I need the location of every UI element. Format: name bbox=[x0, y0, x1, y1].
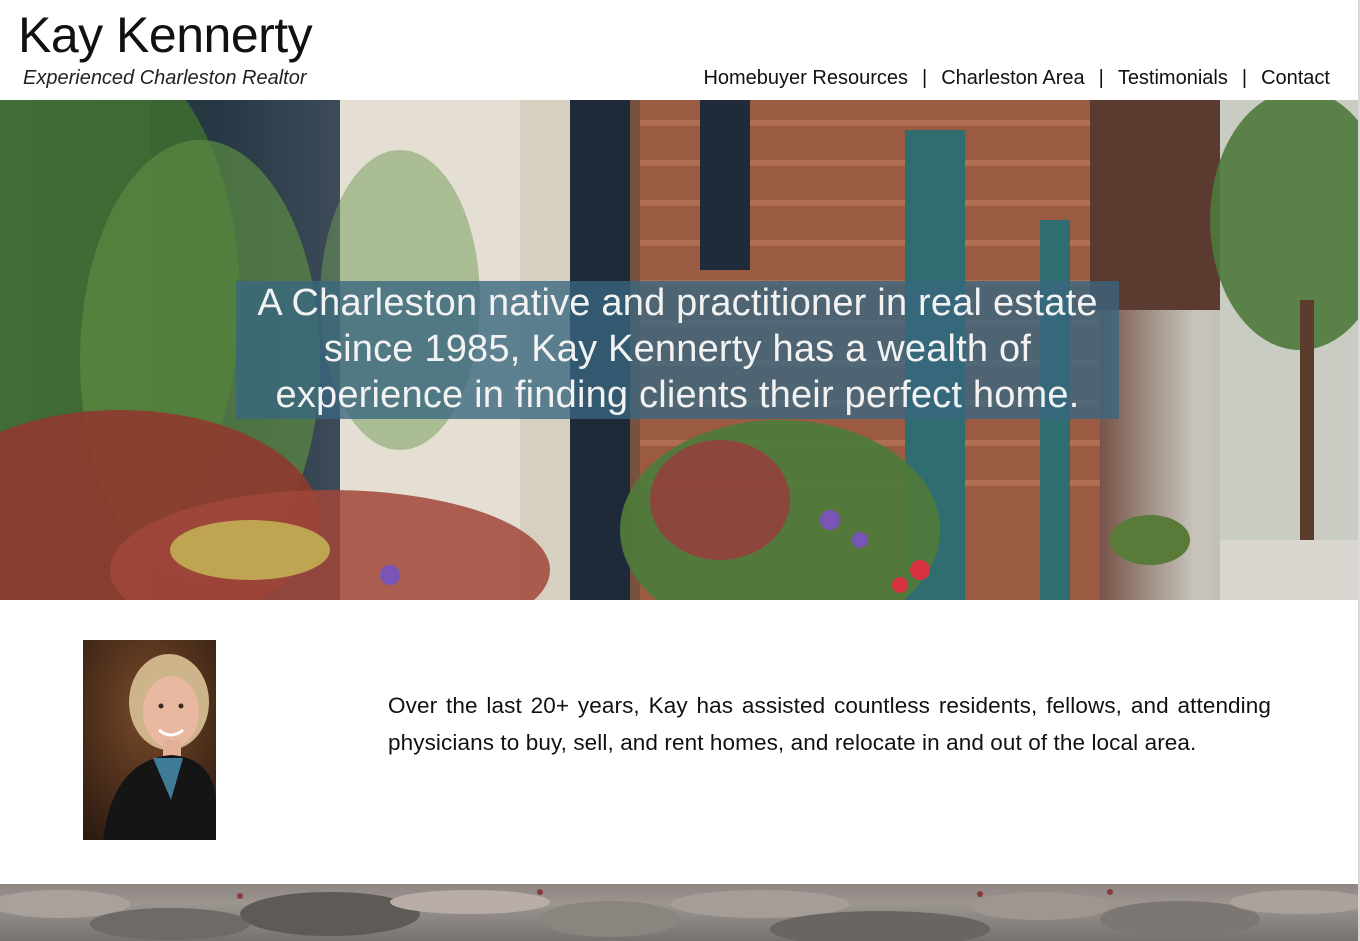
site-title[interactable]: Kay Kennerty bbox=[18, 10, 313, 60]
nav-separator: | bbox=[1241, 67, 1248, 89]
portrait-photo bbox=[83, 640, 216, 840]
nav-charleston-area[interactable]: Charleston Area bbox=[941, 67, 1084, 90]
site-tagline: Experienced Charleston Realtor bbox=[23, 67, 307, 89]
hero-tagline: A Charleston native and practitioner in … bbox=[226, 280, 1129, 418]
nav-contact[interactable]: Contact bbox=[1261, 67, 1330, 90]
site-header: Kay Kennerty Experienced Charleston Real… bbox=[0, 0, 1360, 100]
cobblestone-photo bbox=[0, 889, 1358, 941]
main-nav: Homebuyer Resources | Charleston Area | … bbox=[703, 67, 1330, 90]
agent-portrait bbox=[83, 640, 216, 840]
nav-homebuyer-resources[interactable]: Homebuyer Resources bbox=[703, 67, 908, 90]
about-paragraph: Over the last 20+ years, Kay has assiste… bbox=[388, 693, 1271, 755]
nav-separator: | bbox=[921, 67, 928, 89]
cobblestone-banner bbox=[0, 884, 1358, 941]
hero-line-2: since 1985, Kay Kennerty has a wealth of bbox=[323, 328, 1032, 370]
hero-banner: A Charleston native and practitioner in … bbox=[0, 100, 1358, 600]
hero-line-1: A Charleston native and practitioner in … bbox=[257, 282, 1098, 324]
nav-testimonials[interactable]: Testimonials bbox=[1118, 67, 1228, 90]
nav-separator: | bbox=[1098, 67, 1104, 89]
hero-line-3: experience in finding clients their perf… bbox=[275, 374, 1080, 416]
